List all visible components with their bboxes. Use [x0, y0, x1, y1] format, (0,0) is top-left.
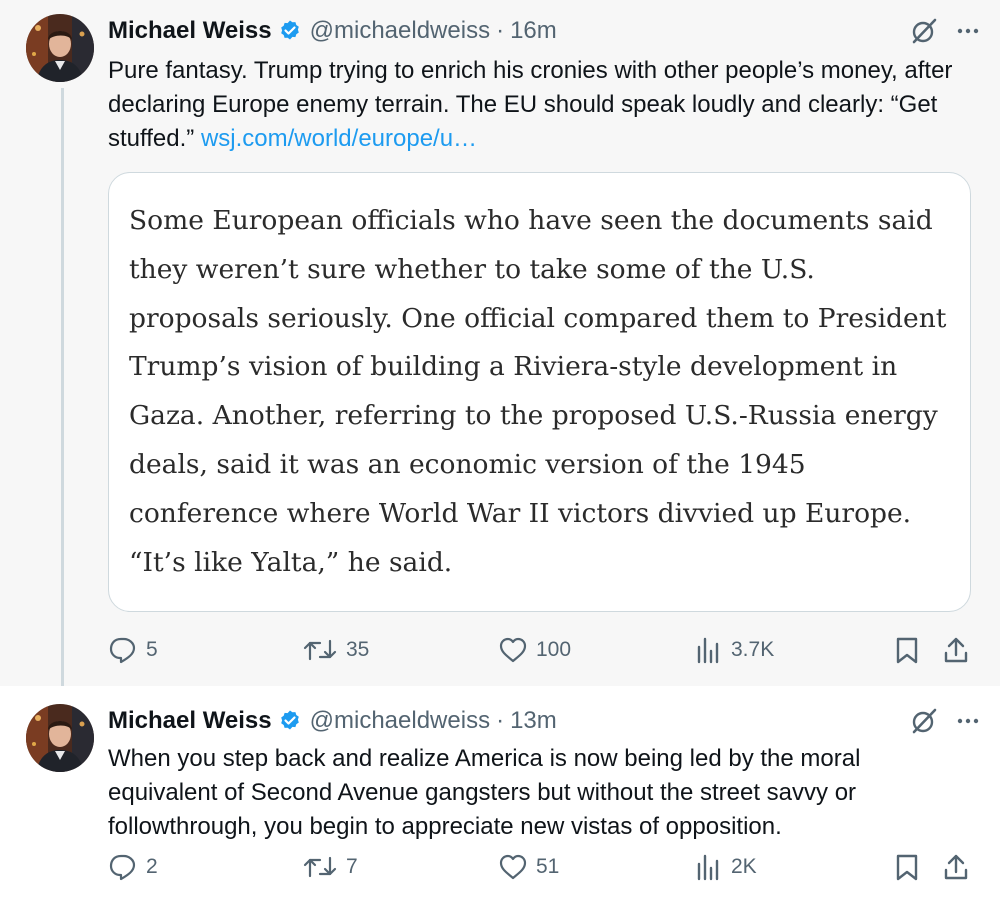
views-button[interactable]: 2K	[695, 852, 757, 882]
timestamp[interactable]: 13m	[510, 707, 557, 735]
share-button[interactable]	[942, 635, 970, 665]
tweet-1[interactable]: Michael Weiss @michaeldweiss · 16m Pure …	[0, 0, 1000, 700]
views-button[interactable]: 3.7K	[695, 635, 774, 665]
reply-button[interactable]: 5	[108, 635, 158, 665]
avatar[interactable]	[26, 14, 94, 82]
bookmark-button[interactable]	[893, 635, 921, 665]
tweet-2[interactable]: Michael Weiss @michaeldweiss · 13m When …	[0, 686, 1000, 922]
more-icon[interactable]	[956, 19, 980, 43]
verified-badge-icon	[278, 709, 302, 733]
reply-count: 2	[146, 855, 158, 878]
reply-icon	[109, 637, 136, 664]
avatar-photo	[26, 704, 94, 772]
tweet-header: Michael Weiss @michaeldweiss · 16m	[108, 14, 980, 48]
share-icon	[944, 637, 968, 663]
like-button[interactable]: 100	[498, 635, 571, 665]
author-handle[interactable]: @michaeldweiss	[310, 17, 490, 45]
retweet-count: 35	[346, 638, 370, 661]
like-icon	[499, 854, 527, 880]
retweet-button[interactable]: 7	[302, 852, 358, 882]
author-handle[interactable]: @michaeldweiss	[310, 707, 490, 735]
share-button[interactable]	[942, 852, 970, 882]
bookmark-button[interactable]	[893, 852, 921, 882]
separator-dot: ·	[496, 17, 505, 44]
more-icon[interactable]	[956, 709, 980, 733]
author-name[interactable]: Michael Weiss	[108, 707, 272, 735]
bookmark-icon	[896, 637, 918, 664]
retweet-button[interactable]: 35	[302, 635, 369, 665]
like-button[interactable]: 51	[498, 852, 559, 882]
like-count: 51	[536, 855, 560, 878]
like-icon	[499, 637, 527, 663]
quote-text: Some European officials who have seen th…	[129, 205, 947, 578]
tweet-text: When you step back and realize America i…	[108, 745, 861, 840]
quote-card[interactable]: Some European officials who have seen th…	[108, 172, 971, 612]
like-count: 100	[536, 638, 572, 661]
verified-badge-icon	[278, 19, 302, 43]
views-count: 3.7K	[731, 638, 775, 661]
separator-dot: ·	[496, 707, 505, 734]
reply-count: 5	[146, 638, 158, 661]
timestamp[interactable]: 16m	[510, 17, 557, 45]
grok-icon[interactable]	[910, 707, 938, 735]
share-icon	[944, 854, 968, 880]
avatar[interactable]	[26, 704, 94, 772]
grok-icon[interactable]	[910, 17, 938, 45]
retweet-icon	[303, 856, 337, 878]
action-bar: 5 35 100 3.7K	[108, 635, 978, 665]
views-count: 2K	[731, 855, 757, 878]
tweet-text: Pure fantasy. Trump trying to enrich his…	[108, 54, 970, 156]
author-name[interactable]: Michael Weiss	[108, 17, 272, 45]
tweet-header: Michael Weiss @michaeldweiss · 13m	[108, 704, 980, 738]
views-icon	[697, 637, 719, 664]
reply-button[interactable]: 2	[108, 852, 158, 882]
reply-icon	[109, 854, 136, 881]
bookmark-icon	[896, 854, 918, 881]
views-icon	[697, 854, 719, 881]
retweet-icon	[303, 639, 337, 661]
avatar-photo	[26, 14, 94, 82]
article-link[interactable]: wsj.com/world/europe/u…	[201, 125, 477, 152]
thread-line	[61, 88, 64, 700]
retweet-count: 7	[346, 855, 358, 878]
action-bar: 2 7 51 2K	[108, 852, 978, 882]
